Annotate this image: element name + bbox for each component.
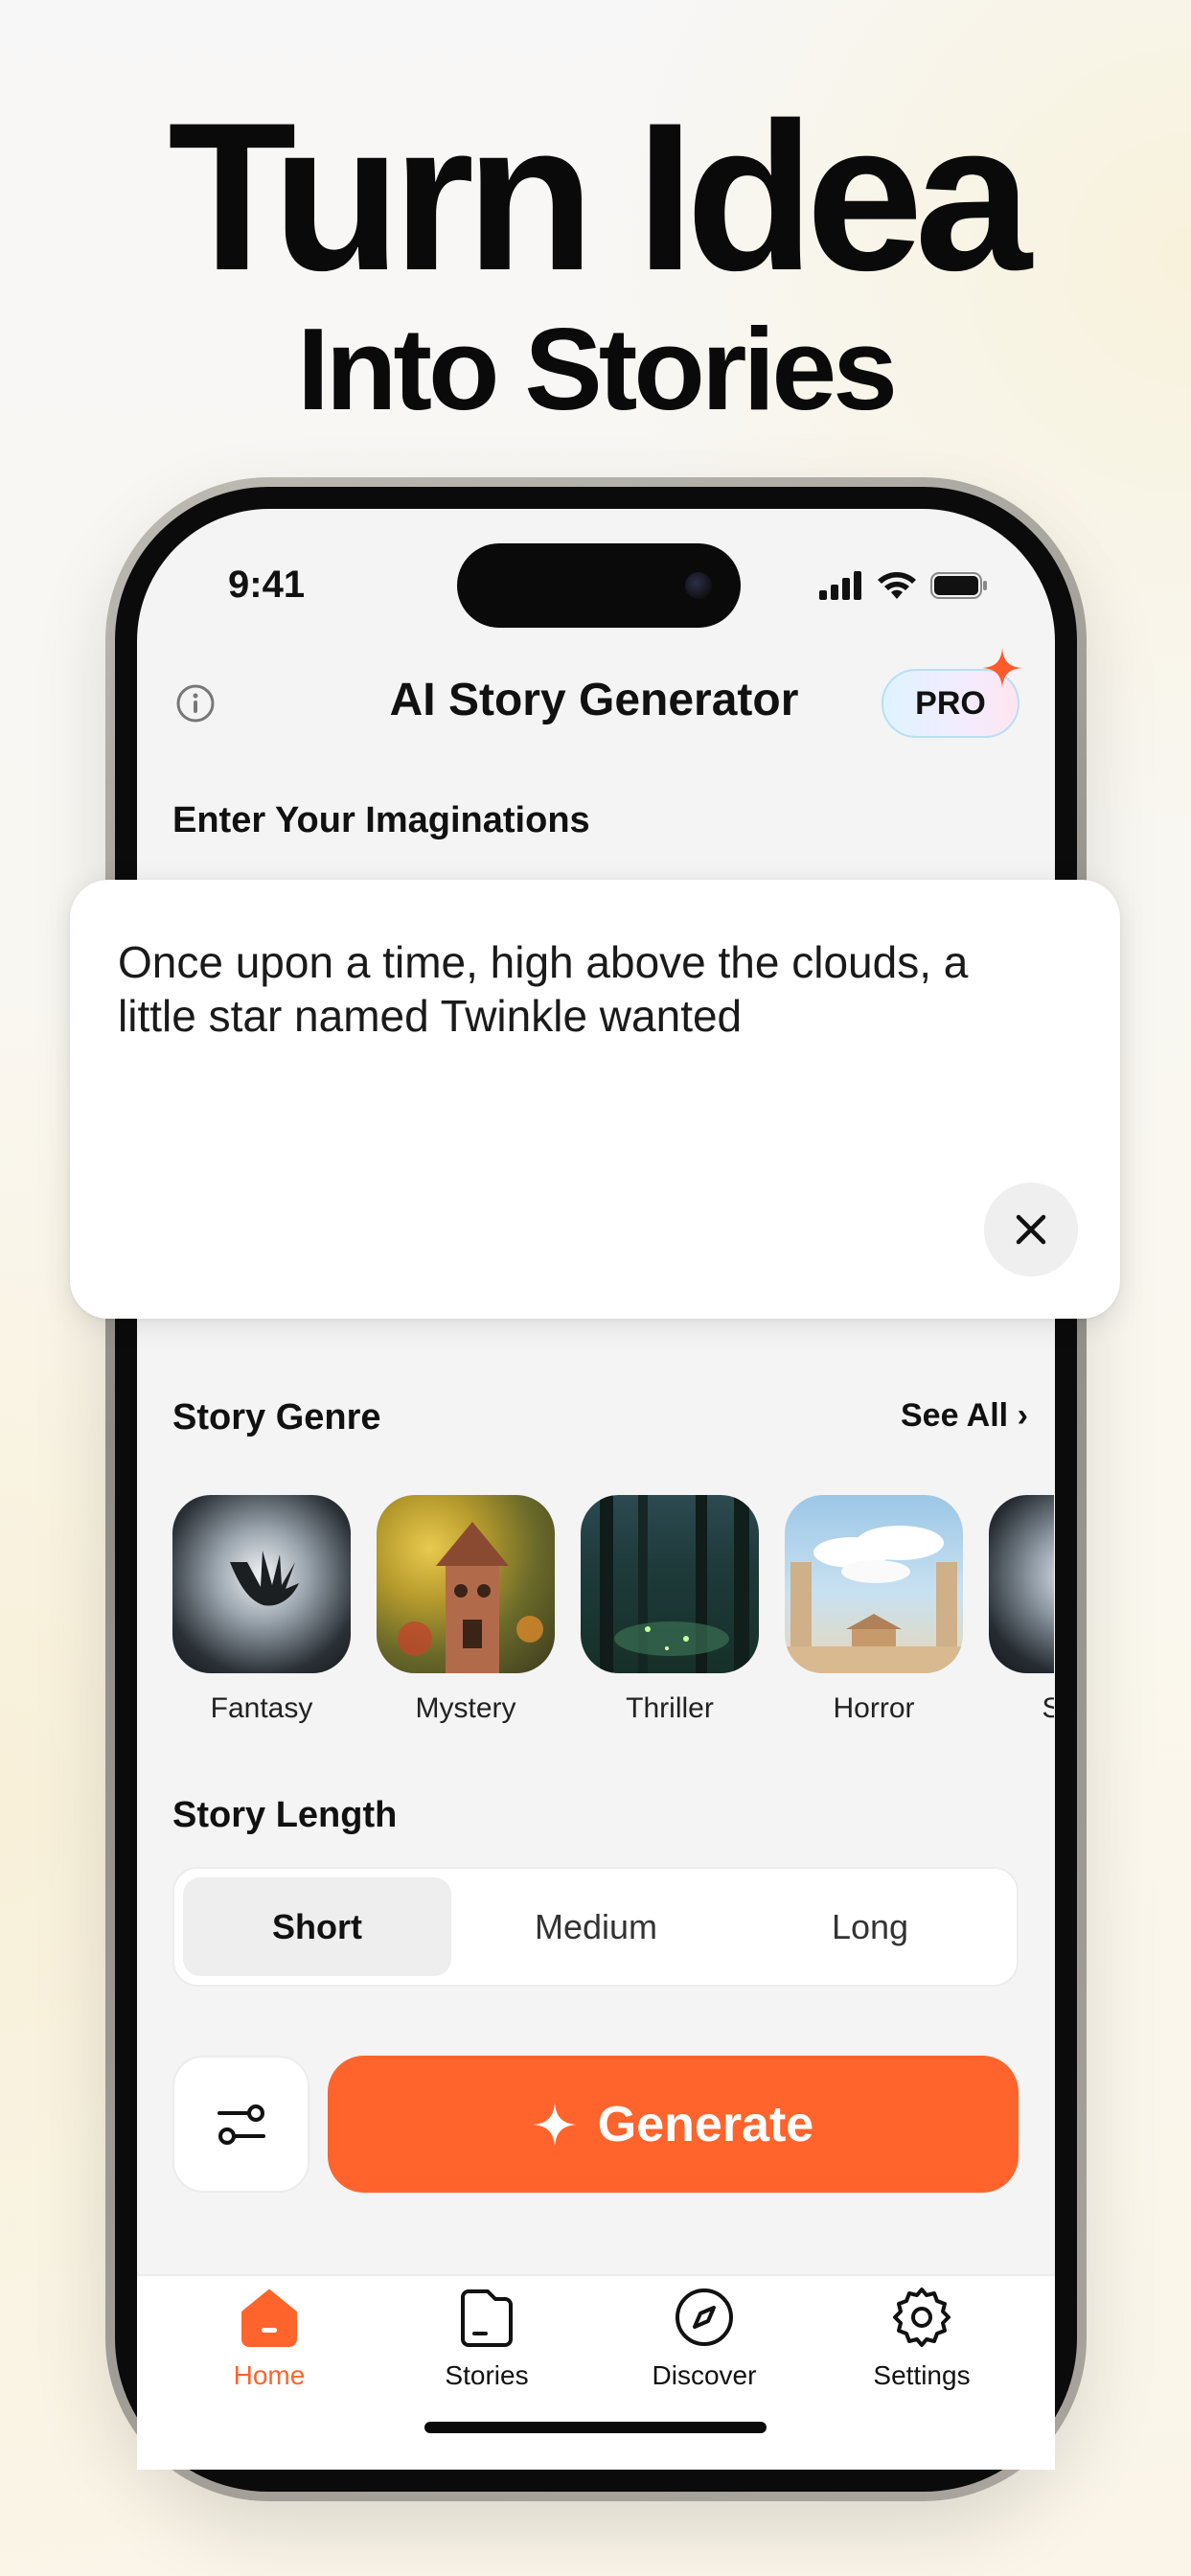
close-icon <box>1016 1214 1046 1245</box>
see-all-label: See All <box>901 1397 1009 1434</box>
camera-icon <box>685 572 712 599</box>
pro-label: PRO <box>915 684 986 722</box>
tab-label: Home <box>233 2360 306 2390</box>
dynamic-island <box>457 543 741 628</box>
app-title: AI Story Generator <box>389 675 799 725</box>
genre-thumbnail <box>377 1495 555 1673</box>
headline-title: Turn Idea <box>168 79 1032 314</box>
genre-thumbnail <box>172 1495 351 1673</box>
prompt-label: Enter Your Imaginations <box>172 800 590 840</box>
genre-horror[interactable]: Horror <box>785 1495 963 1725</box>
genre-label: Story Genre <box>172 1397 381 1438</box>
see-all-link[interactable]: See All › <box>901 1397 1028 1435</box>
wifi-icon <box>878 572 916 599</box>
genre-fantasy[interactable]: Fantasy <box>172 1495 351 1725</box>
genre-name: Thriller <box>626 1692 714 1724</box>
genre-thumbnail <box>785 1495 963 1673</box>
compass-icon <box>676 2288 733 2346</box>
tab-discover[interactable]: Discover <box>618 2284 790 2391</box>
tab-label: Discover <box>652 2360 757 2390</box>
hand-image <box>230 1551 299 1606</box>
tab-label: Stories <box>445 2360 529 2390</box>
status-time: 9:41 <box>228 564 306 606</box>
sliders-icon <box>217 2104 265 2145</box>
length-option-medium[interactable]: Medium <box>462 1877 730 1976</box>
home-icon <box>241 2289 297 2347</box>
prompt-card[interactable]: Once upon a time, high above the clouds,… <box>70 880 1120 1319</box>
gear-icon <box>893 2288 951 2347</box>
genre-science[interactable]: Scien <box>989 1495 1054 1725</box>
clear-button[interactable] <box>984 1183 1078 1276</box>
options-button[interactable] <box>172 2056 309 2193</box>
home-indicator <box>424 2422 767 2433</box>
length-label: Story Length <box>172 1795 398 1835</box>
genre-name: Scien <box>1042 1692 1054 1724</box>
status-icons <box>819 569 988 602</box>
tab-home[interactable]: Home <box>183 2284 355 2391</box>
tower-image <box>398 1522 543 1673</box>
battery-icon <box>930 572 987 599</box>
length-option-short[interactable]: Short <box>183 1877 451 1976</box>
headline-subtitle: Into Stories <box>296 304 898 434</box>
tab-stories[interactable]: Stories <box>401 2284 573 2391</box>
genre-thumbnail <box>989 1495 1054 1673</box>
genre-carousel[interactable]: Fantasy Mystery Thriller Horror S <box>172 1495 1054 1744</box>
forest-image <box>600 1495 749 1673</box>
folder-icon <box>461 2289 513 2347</box>
generate-label: Generate <box>597 2096 814 2152</box>
genre-name: Mystery <box>415 1692 516 1724</box>
ruins-image <box>785 1526 963 1673</box>
length-option-long[interactable]: Long <box>736 1877 1004 1976</box>
generate-button[interactable]: Generate <box>328 2056 1019 2193</box>
prompt-input[interactable]: Once upon a time, high above the clouds,… <box>118 935 1057 1043</box>
genre-thumbnail <box>581 1495 759 1673</box>
genre-mystery[interactable]: Mystery <box>377 1495 555 1725</box>
tab-settings[interactable]: Settings <box>836 2284 1008 2391</box>
sparkle-icon <box>982 648 1022 688</box>
tab-label: Settings <box>873 2360 971 2390</box>
length-selector[interactable]: Short Medium Long <box>172 1867 1019 1987</box>
info-icon[interactable] <box>175 683 216 724</box>
signal-icon <box>819 571 861 600</box>
sparkle-icon <box>532 2102 577 2147</box>
genre-name: Fantasy <box>210 1692 313 1724</box>
genre-thriller[interactable]: Thriller <box>581 1495 759 1725</box>
genre-name: Horror <box>833 1692 915 1724</box>
